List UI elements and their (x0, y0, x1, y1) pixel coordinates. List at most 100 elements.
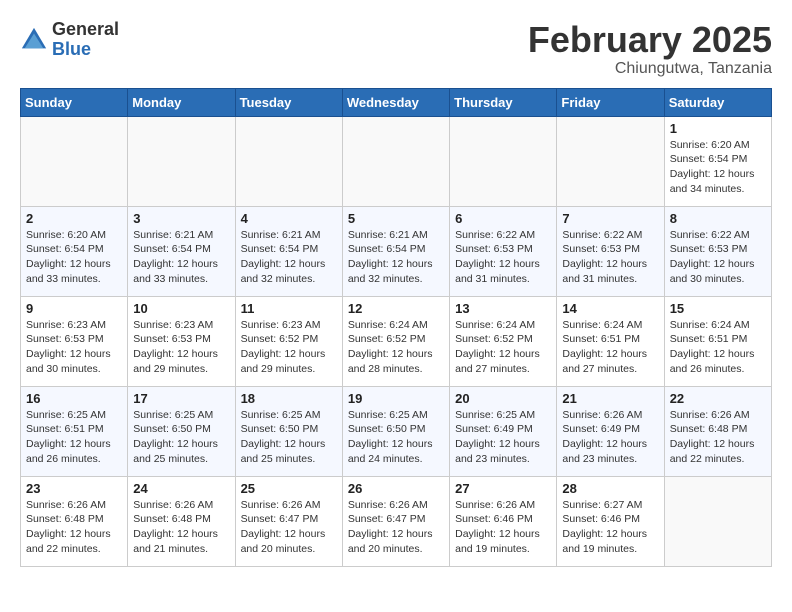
header-cell-wednesday: Wednesday (342, 88, 449, 116)
day-info: Sunrise: 6:26 AM Sunset: 6:46 PM Dayligh… (455, 498, 551, 557)
day-info: Sunrise: 6:21 AM Sunset: 6:54 PM Dayligh… (348, 228, 444, 287)
day-number: 15 (670, 301, 766, 316)
day-number: 18 (241, 391, 337, 406)
day-cell: 22Sunrise: 6:26 AM Sunset: 6:48 PM Dayli… (664, 386, 771, 476)
day-cell (21, 116, 128, 206)
title-block: February 2025 Chiungutwa, Tanzania (528, 20, 772, 78)
logo: General Blue (20, 20, 119, 60)
day-info: Sunrise: 6:21 AM Sunset: 6:54 PM Dayligh… (133, 228, 229, 287)
day-info: Sunrise: 6:20 AM Sunset: 6:54 PM Dayligh… (26, 228, 122, 287)
day-cell: 19 Sunrise: 6:25 AM Sunset: 6:50 PM Dayli… (342, 386, 449, 476)
calendar-table: SundayMondayTuesdayWednesdayThursdayFrid… (20, 88, 772, 567)
day-number: 26 (348, 481, 444, 496)
day-cell: 9Sunrise: 6:23 AM Sunset: 6:53 PM Daylig… (21, 296, 128, 386)
day-cell (557, 116, 664, 206)
day-number: 19 (348, 391, 444, 406)
day-number: 25 (241, 481, 337, 496)
day-cell: 25 Sunrise: 6:26 AM Sunset: 6:47 PM Dayli… (235, 476, 342, 566)
day-info: Sunrise: 6:25 AM Sunset: 6:50 PM Dayligh… (348, 408, 444, 467)
day-cell: 13Sunrise: 6:24 AM Sunset: 6:52 PM Dayli… (450, 296, 557, 386)
day-number: 1 (670, 121, 766, 136)
day-info: Sunrise: 6:24 AM Sunset: 6:52 PM Dayligh… (348, 318, 444, 377)
day-cell: 5 Sunrise: 6:21 AM Sunset: 6:54 PM Daylig… (342, 206, 449, 296)
day-number: 22 (670, 391, 766, 406)
header-cell-thursday: Thursday (450, 88, 557, 116)
day-cell (235, 116, 342, 206)
header-cell-saturday: Saturday (664, 88, 771, 116)
day-number: 6 (455, 211, 551, 226)
header-cell-tuesday: Tuesday (235, 88, 342, 116)
page-header: General Blue February 2025 Chiungutwa, T… (20, 20, 772, 78)
day-number: 5 (348, 211, 444, 226)
calendar-header: SundayMondayTuesdayWednesdayThursdayFrid… (21, 88, 772, 116)
day-number: 27 (455, 481, 551, 496)
day-info: Sunrise: 6:25 AM Sunset: 6:51 PM Dayligh… (26, 408, 122, 467)
week-row-3: 9 Sunrise: 6:23 AM Sunset: 6:53 PM Daylig… (21, 296, 772, 386)
day-number: 7 (562, 211, 658, 226)
day-number: 21 (562, 391, 658, 406)
week-row-4: 16 Sunrise: 6:25 AM Sunset: 6:51 PM Dayli… (21, 386, 772, 476)
day-number: 16 (26, 391, 122, 406)
day-info: Sunrise: 6:25 AM Sunset: 6:49 PM Dayligh… (455, 408, 551, 467)
day-number: 8 (670, 211, 766, 226)
day-cell (664, 476, 771, 566)
day-number: 23 (26, 481, 122, 496)
day-info: Sunrise: 6:23 AM Sunset: 6:53 PM Dayligh… (133, 318, 229, 377)
day-info: Sunrise: 6:24 AM Sunset: 6:52 PM Dayligh… (455, 318, 551, 377)
day-info: Sunrise: 6:26 AM Sunset: 6:47 PM Dayligh… (241, 498, 337, 557)
day-cell: 23 Sunrise: 6:26 AM Sunset: 6:48 PM Dayli… (21, 476, 128, 566)
day-info: Sunrise: 6:25 AM Sunset: 6:50 PM Dayligh… (133, 408, 229, 467)
day-info: Sunrise: 6:23 AM Sunset: 6:52 PM Dayligh… (241, 318, 337, 377)
calendar-title: February 2025 (528, 20, 772, 60)
day-number: 4 (241, 211, 337, 226)
day-cell: 16 Sunrise: 6:25 AM Sunset: 6:51 PM Dayli… (21, 386, 128, 476)
day-number: 17 (133, 391, 229, 406)
day-number: 20 (455, 391, 551, 406)
day-info: Sunrise: 6:21 AM Sunset: 6:54 PM Dayligh… (241, 228, 337, 287)
calendar-subtitle: Chiungutwa, Tanzania (528, 60, 772, 78)
day-info: Sunrise: 6:24 AM Sunset: 6:51 PM Dayligh… (562, 318, 658, 377)
day-number: 9 (26, 301, 122, 316)
day-cell: 6 Sunrise: 6:22 AM Sunset: 6:53 PM Daylig… (450, 206, 557, 296)
day-info: Sunrise: 6:22 AM Sunset: 6:53 PM Dayligh… (670, 228, 766, 287)
day-cell: 15 Sunrise: 6:24 AM Sunset: 6:51 PM Dayli… (664, 296, 771, 386)
day-info: Sunrise: 6:22 AM Sunset: 6:53 PM Dayligh… (455, 228, 551, 287)
day-cell (342, 116, 449, 206)
day-cell: 21 Sunrise: 6:26 AM Sunset: 6:49 PM Dayli… (557, 386, 664, 476)
day-info: Sunrise: 6:26 AM Sunset: 6:47 PM Dayligh… (348, 498, 444, 557)
day-info: Sunrise: 6:24 AM Sunset: 6:51 PM Dayligh… (670, 318, 766, 377)
day-info: Sunrise: 6:25 AM Sunset: 6:50 PM Dayligh… (241, 408, 337, 467)
header-cell-monday: Monday (128, 88, 235, 116)
day-number: 2 (26, 211, 122, 226)
header-cell-sunday: Sunday (21, 88, 128, 116)
day-number: 3 (133, 211, 229, 226)
logo-icon (20, 26, 48, 54)
day-number: 11 (241, 301, 337, 316)
day-cell: 10 Sunrise: 6:23 AM Sunset: 6:53 PM Dayli… (128, 296, 235, 386)
day-cell: 27 Sunrise: 6:26 AM Sunset: 6:46 PM Dayli… (450, 476, 557, 566)
day-cell: 28 Sunrise: 6:27 AM Sunset: 6:46 PM Dayli… (557, 476, 664, 566)
day-cell (128, 116, 235, 206)
day-cell: 20 Sunrise: 6:25 AM Sunset: 6:49 PM Dayli… (450, 386, 557, 476)
day-cell (450, 116, 557, 206)
header-cell-friday: Friday (557, 88, 664, 116)
day-number: 24 (133, 481, 229, 496)
day-info: Sunrise: 6:26 AM Sunset: 6:48 PM Dayligh… (26, 498, 122, 557)
logo-general: General (52, 20, 119, 40)
day-info: Sunrise: 6:20 AM Sunset: 6:54 PM Dayligh… (670, 138, 766, 197)
week-row-5: 23 Sunrise: 6:26 AM Sunset: 6:48 PM Dayli… (21, 476, 772, 566)
day-number: 28 (562, 481, 658, 496)
day-cell: 7Sunrise: 6:22 AM Sunset: 6:53 PM Daylig… (557, 206, 664, 296)
header-row: SundayMondayTuesdayWednesdayThursdayFrid… (21, 88, 772, 116)
day-cell: 3 Sunrise: 6:21 AM Sunset: 6:54 PM Daylig… (128, 206, 235, 296)
day-cell: 1 Sunrise: 6:20 AM Sunset: 6:54 PM Daylig… (664, 116, 771, 206)
day-info: Sunrise: 6:26 AM Sunset: 6:49 PM Dayligh… (562, 408, 658, 467)
day-cell: 11 Sunrise: 6:23 AM Sunset: 6:52 PM Dayli… (235, 296, 342, 386)
day-number: 10 (133, 301, 229, 316)
logo-blue: Blue (52, 40, 119, 60)
day-cell: 17 Sunrise: 6:25 AM Sunset: 6:50 PM Dayli… (128, 386, 235, 476)
day-info: Sunrise: 6:27 AM Sunset: 6:46 PM Dayligh… (562, 498, 658, 557)
day-info: Sunrise: 6:26 AM Sunset: 6:48 PM Dayligh… (133, 498, 229, 557)
calendar-body: 1 Sunrise: 6:20 AM Sunset: 6:54 PM Daylig… (21, 116, 772, 566)
day-number: 14 (562, 301, 658, 316)
